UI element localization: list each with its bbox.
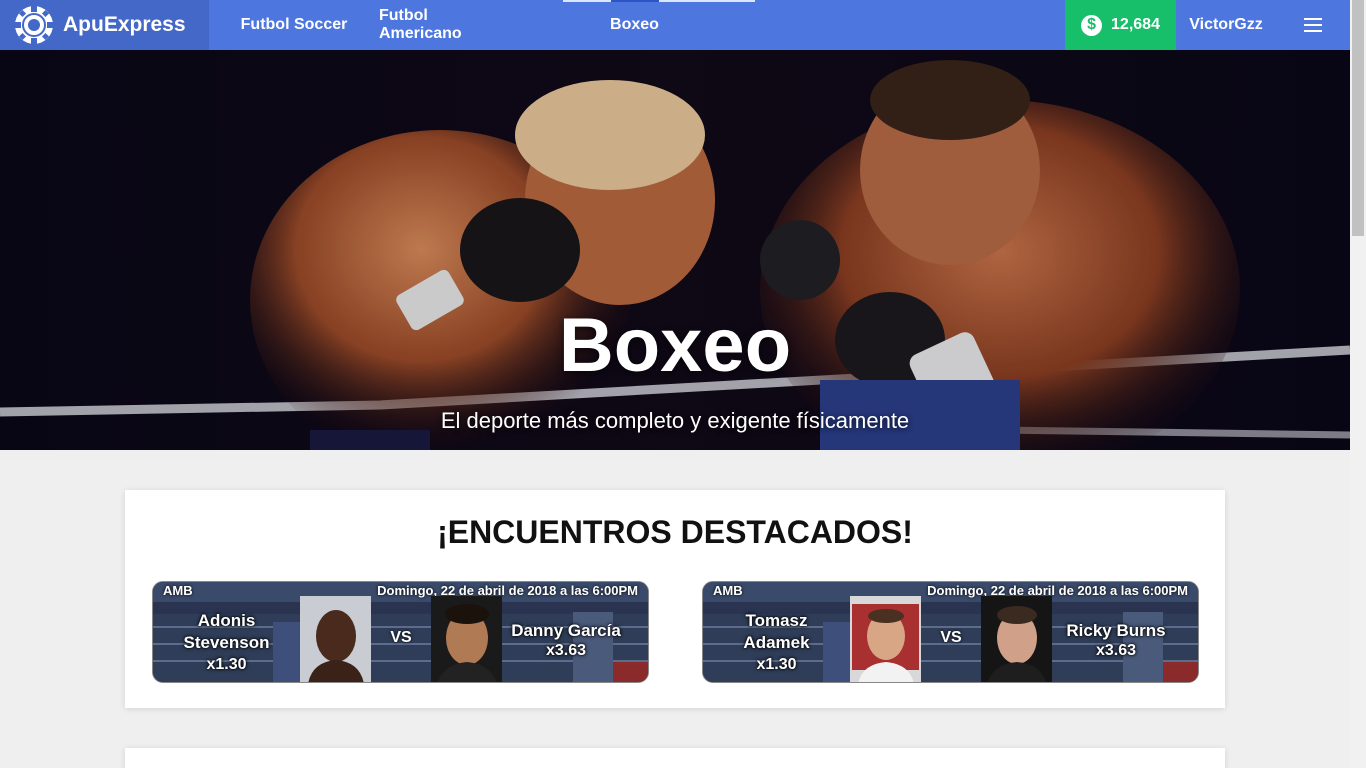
boxing-hero-image: [0, 50, 1350, 450]
match-organization: AMB: [713, 583, 743, 598]
match-date: Domingo, 22 de abril de 2018 a las 6:00P…: [927, 583, 1188, 598]
fighter-left-name-1: Tomasz: [745, 611, 808, 630]
fighter-left-photo: [850, 596, 921, 682]
fighter-left: Adonis Stevenson x1.30: [153, 610, 300, 676]
page-scrollbar[interactable]: [1350, 0, 1366, 768]
fighter-right-odds: x3.63: [545, 642, 587, 659]
hero-banner: Boxeo El deporte más completo y exigente…: [0, 50, 1350, 450]
dollar-icon: $: [1081, 14, 1103, 36]
fighter-left-name-1: Adonis: [197, 611, 256, 630]
fighter-left-odds: x1.30: [206, 656, 247, 673]
fighter-right-odds: x3.63: [1095, 642, 1137, 659]
balance-button[interactable]: $ 12,684: [1065, 0, 1176, 50]
nav-futbol-soccer[interactable]: Futbol Soccer: [209, 0, 379, 50]
brand-name: ApuExpress: [63, 13, 186, 36]
hero-subtitle: El deporte más completo y exigente físic…: [440, 408, 910, 433]
top-navbar: ApuExpress Futbol Soccer Futbol American…: [0, 0, 1350, 50]
fighter-left-photo: [300, 596, 371, 682]
fighter-right-name: Ricky Burns: [1066, 621, 1166, 640]
active-tab-indicator: [611, 0, 659, 2]
vs-label: VS: [940, 629, 962, 646]
hero-title: Boxeo: [558, 303, 792, 388]
fighter-right-name: Danny García: [511, 621, 621, 640]
fighter-right: Ricky Burns x3.63: [1051, 621, 1181, 661]
featured-heading: ¡ENCUENTROS DESTACADOS!: [437, 514, 913, 550]
nav-links: Futbol Soccer Futbol Americano Boxeo: [209, 0, 755, 50]
featured-matches-card: ¡ENCUENTROS DESTACADOS! AMB Domingo, 22 …: [125, 490, 1225, 708]
fighter-left-odds: x1.30: [756, 656, 797, 673]
vs-label: VS: [390, 629, 412, 646]
nav-futbol-americano[interactable]: Futbol Americano: [379, 0, 514, 50]
match-card[interactable]: AMB Domingo, 22 de abril de 2018 a las 6…: [152, 581, 649, 683]
hamburger-menu-icon: [1304, 18, 1322, 32]
fighter-left: Tomasz Adamek x1.30: [703, 610, 850, 676]
match-date: Domingo, 22 de abril de 2018 a las 6:00P…: [377, 583, 638, 598]
fighter-left-name-2: Stevenson: [183, 633, 270, 652]
balance-amount: 12,684: [1111, 16, 1160, 33]
fighter-left-name-2: Adamek: [743, 633, 810, 652]
poker-chip-icon: [14, 5, 54, 45]
username-button[interactable]: VictorGzz: [1176, 0, 1276, 50]
match-card[interactable]: AMB Domingo, 22 de abril de 2018 a las 6…: [702, 581, 1199, 683]
fighter-right-photo: [981, 596, 1052, 682]
scrollbar-thumb[interactable]: [1352, 0, 1364, 236]
nav-boxeo-label: Boxeo: [610, 16, 659, 33]
fighter-right-photo: [431, 596, 502, 682]
brand[interactable]: ApuExpress: [0, 0, 209, 50]
fighter-right: Danny García x3.63: [501, 621, 631, 661]
next-section-card: [125, 748, 1225, 768]
match-organization: AMB: [163, 583, 193, 598]
nav-boxeo[interactable]: Boxeo: [514, 0, 755, 50]
menu-button[interactable]: [1276, 0, 1350, 50]
